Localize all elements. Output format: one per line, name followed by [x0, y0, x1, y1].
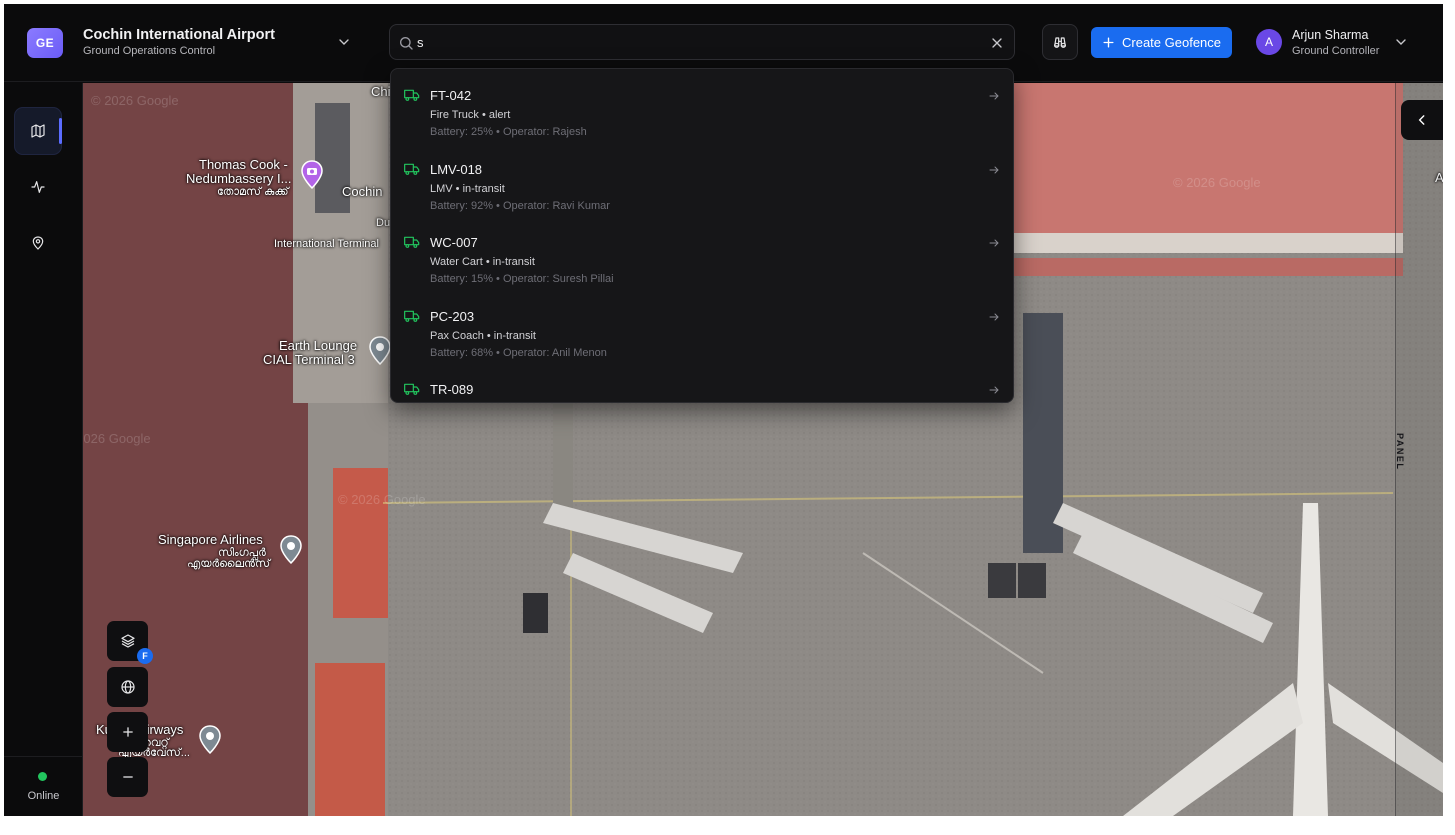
map-label: Singapore Airlines	[158, 532, 263, 547]
list-item[interactable]: FT-042 Fire Truck • alert Battery: 25% •…	[391, 69, 1013, 141]
binoculars-button[interactable]	[1042, 24, 1078, 60]
map-watermark: © 2026 Google	[1173, 175, 1261, 190]
map-label: Nedumbassery I...	[186, 171, 292, 186]
list-item[interactable]: LMV-018 LMV • in-transit Battery: 92% • …	[391, 143, 1013, 215]
map-label: Du	[376, 217, 391, 229]
create-geofence-button[interactable]: Create Geofence	[1091, 27, 1232, 58]
truck-icon	[404, 236, 420, 248]
vehicle-meta: Battery: 68% • Operator: Anil Menon	[430, 347, 607, 359]
sidebar-item-map[interactable]	[14, 107, 62, 155]
search-input[interactable]	[417, 31, 977, 53]
chevron-down-icon[interactable]	[1393, 34, 1409, 50]
vehicle-type-status: LMV • in-transit	[430, 183, 505, 195]
layers-icon	[120, 634, 135, 648]
plus-icon	[1103, 37, 1114, 48]
arrow-right-icon	[989, 313, 999, 321]
status-dot	[38, 772, 47, 781]
map-label: എയർലൈൻസ്	[187, 558, 271, 570]
search-box[interactable]	[389, 24, 1015, 60]
map-label: Chi	[371, 84, 391, 99]
user-name[interactable]: Arjun Sharma	[1292, 28, 1368, 42]
list-item[interactable]: PC-203 Pax Coach • in-transit Battery: 6…	[391, 290, 1013, 362]
user-role: Ground Controller	[1292, 45, 1380, 57]
truck-icon	[404, 89, 420, 101]
place-pin-icon[interactable]	[198, 725, 222, 755]
globe-button[interactable]	[107, 667, 148, 707]
vehicle-meta: Battery: 15% • Operator: Suresh Pillai	[430, 273, 614, 285]
place-pin-icon[interactable]	[368, 336, 392, 366]
map-label: CIAL Terminal 3	[263, 352, 355, 367]
status-text: Online	[27, 790, 60, 802]
vehicle-type-status: Fire Truck • alert	[430, 109, 511, 121]
activity-icon	[31, 181, 45, 193]
map-watermark: © 2026 Google	[338, 492, 426, 507]
sidebar: Online	[4, 83, 83, 816]
map-label: Thomas Cook -	[199, 157, 288, 172]
layers-badge: F	[137, 648, 153, 664]
vehicle-meta: Battery: 25% • Operator: Rajesh	[430, 126, 587, 138]
map-label: Earth Lounge	[279, 338, 358, 353]
zoom-in-button[interactable]	[107, 712, 148, 752]
truck-icon	[404, 383, 420, 395]
map-label: International Terminal	[274, 238, 379, 250]
map-watermark: © 2026 Google	[91, 93, 179, 108]
arrow-right-icon	[989, 166, 999, 174]
chevron-down-icon[interactable]	[336, 34, 352, 50]
arrow-right-icon	[989, 239, 999, 247]
vehicle-type-status: Water Cart • in-transit	[430, 256, 535, 268]
vehicle-id: PC-203	[430, 309, 475, 324]
minus-icon	[122, 776, 133, 778]
list-item[interactable]: TR-089	[391, 363, 1013, 402]
sidebar-item-activity[interactable]	[14, 163, 62, 211]
chevron-left-icon	[1418, 115, 1425, 125]
vehicle-id: TR-089	[430, 382, 474, 397]
map-icon	[31, 124, 45, 138]
arrow-right-icon	[989, 386, 999, 394]
sidebar-item-locations[interactable]	[14, 219, 62, 267]
active-indicator	[59, 118, 62, 144]
layers-button[interactable]: F	[107, 621, 153, 664]
map-label: തോമസ് കുക്ക്	[217, 186, 289, 198]
truck-icon	[404, 163, 420, 175]
vehicle-id: LMV-018	[430, 162, 483, 177]
zoom-out-button[interactable]	[107, 757, 148, 797]
panel-toggle-button[interactable]	[1401, 100, 1443, 140]
list-item[interactable]: WC-007 Water Cart • in-transit Battery: …	[391, 216, 1013, 288]
search-icon	[400, 37, 413, 50]
vehicle-type-status: Pax Coach • in-transit	[430, 330, 536, 342]
vehicle-id: WC-007	[430, 235, 478, 250]
vehicle-id: FT-042	[430, 88, 472, 103]
map-watermark: © 2026 Google	[83, 431, 151, 446]
plus-icon	[122, 727, 133, 737]
binoculars-icon	[1054, 37, 1066, 48]
location-pin-icon	[32, 236, 44, 250]
panel-label[interactable]: PANEL	[1395, 433, 1405, 470]
create-geofence-label: Create Geofence	[1122, 35, 1222, 50]
airport-subtitle: Ground Operations Control	[83, 45, 216, 57]
map-label: Cochin	[342, 184, 383, 199]
connection-status: Online	[4, 756, 83, 816]
app-window: © 2026 Google © 2026 Google © 2026 Googl…	[4, 4, 1443, 816]
avatar[interactable]: A	[1256, 29, 1282, 55]
truck-icon	[404, 310, 420, 322]
search-results-dropdown: FT-042 Fire Truck • alert Battery: 25% •…	[390, 68, 1014, 403]
close-icon[interactable]	[989, 35, 1005, 51]
camera-pin-icon[interactable]	[300, 160, 324, 190]
globe-icon	[120, 680, 135, 694]
arrow-right-icon	[989, 92, 999, 100]
airport-title[interactable]: Cochin International Airport	[83, 27, 275, 43]
vehicle-meta: Battery: 92% • Operator: Ravi Kumar	[430, 200, 610, 212]
app-logo: GE	[27, 28, 63, 58]
place-pin-icon[interactable]	[279, 535, 303, 565]
